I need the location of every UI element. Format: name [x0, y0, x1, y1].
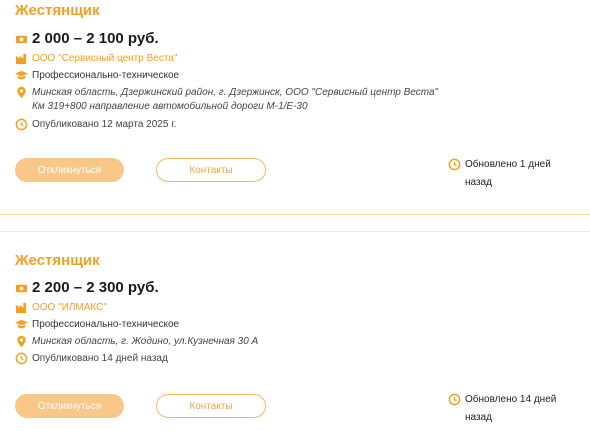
- published-row: Опубликовано 12 марта 2025 г.: [15, 118, 176, 131]
- updated-info: Обновлено 1 дней назад: [448, 156, 575, 192]
- graduation-cap-icon: [15, 319, 28, 329]
- company-row: ООО "Сервисный центр Веста": [15, 52, 177, 65]
- company-link[interactable]: ООО "Сервисный центр Веста": [32, 52, 177, 65]
- salary-row: 2 200 – 2 300 руб.: [15, 280, 159, 296]
- vacancy-card: Жестянщик 2 200 – 2 300 руб. ООО "ИЛМАКС…: [0, 232, 590, 431]
- address: Минская область, г. Жодино, ул.Кузнечная…: [32, 336, 259, 347]
- vacancy-title[interactable]: Жестянщик: [15, 2, 100, 19]
- education-row: Профессионально-техническое: [15, 318, 179, 331]
- published-row: Опубликовано 14 дней назад: [15, 352, 168, 365]
- location-pin-icon: [17, 86, 26, 99]
- updated-info: Обновлено 14 дней назад: [448, 391, 575, 427]
- published-date: Опубликовано 12 марта 2025 г.: [32, 119, 177, 130]
- education: Профессионально-техническое: [32, 319, 180, 330]
- salary: 2 200 – 2 300 руб.: [32, 279, 159, 296]
- apply-button[interactable]: Откликнуться: [15, 394, 124, 418]
- updated-text: Обновлено 1 дней назад: [465, 159, 551, 188]
- card-divider: [0, 214, 590, 215]
- money-icon: [15, 284, 28, 293]
- factory-icon: [15, 302, 27, 314]
- vacancy-title[interactable]: Жестянщик: [15, 252, 100, 269]
- education-row: Профессионально-техническое: [15, 69, 179, 82]
- clock-icon: [448, 158, 461, 171]
- clock-icon: [15, 352, 28, 365]
- education: Профессионально-техническое: [32, 70, 180, 81]
- graduation-cap-icon: [15, 70, 28, 80]
- clock-icon: [448, 393, 461, 406]
- updated-text: Обновлено 14 дней назад: [465, 394, 557, 423]
- salary-row: 2 000 – 2 100 руб.: [15, 31, 159, 47]
- salary: 2 000 – 2 100 руб.: [32, 30, 159, 47]
- factory-icon: [15, 53, 27, 65]
- company-row: ООО "ИЛМАКС": [15, 301, 107, 314]
- address-row: Минская область, Дзержинский район, г. Д…: [15, 86, 442, 114]
- vacancy-card: Жестянщик 2 000 – 2 100 руб. ООО "Сервис…: [0, 0, 590, 214]
- company-link[interactable]: ООО "ИЛМАКС": [32, 301, 107, 314]
- money-icon: [15, 35, 28, 44]
- published-date: Опубликовано 14 дней назад: [32, 353, 168, 364]
- clock-icon: [15, 118, 28, 131]
- contacts-button[interactable]: Контакты: [156, 394, 266, 418]
- address: Минская область, Дзержинский район, г. Д…: [32, 87, 439, 112]
- apply-button[interactable]: Откликнуться: [15, 158, 124, 182]
- address-row: Минская область, г. Жодино, ул.Кузнечная…: [15, 335, 442, 349]
- location-pin-icon: [17, 335, 26, 348]
- contacts-button[interactable]: Контакты: [156, 158, 266, 182]
